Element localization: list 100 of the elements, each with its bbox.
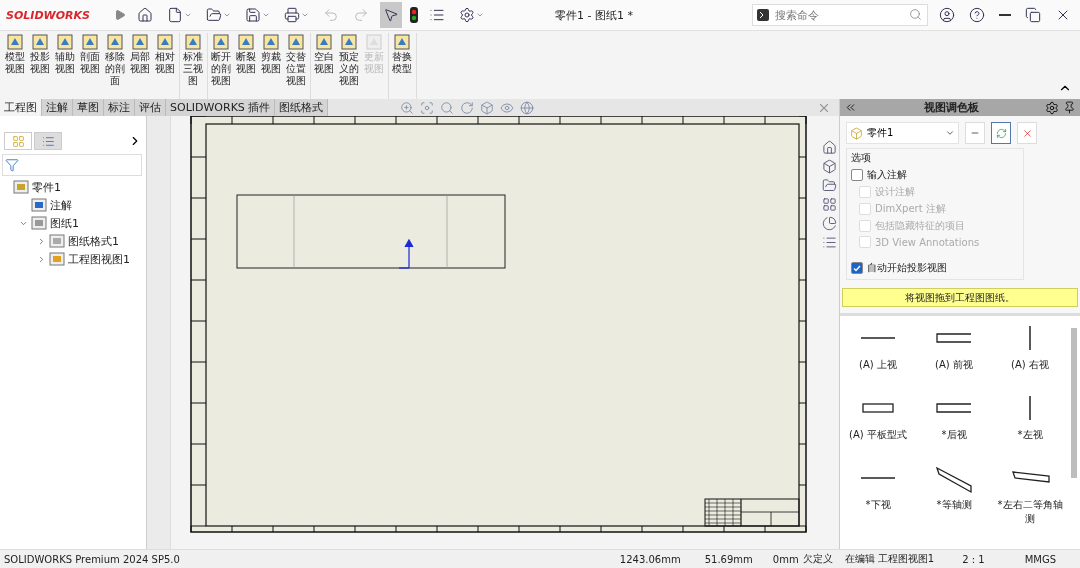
ribbon-tab[interactable]: SOLIDWORKS 插件	[166, 99, 276, 116]
save-icon	[245, 7, 261, 23]
view-icon	[49, 252, 65, 266]
ribbon-tab[interactable]: 工程图	[0, 99, 42, 116]
caret-icon	[476, 11, 484, 19]
view-label: *等轴测	[935, 498, 973, 512]
auto-project-checkbox[interactable]: 自动开始投影视图	[851, 261, 1019, 275]
ribbon-tab[interactable]: 标注	[104, 99, 135, 116]
ribbon-tab[interactable]: 图纸格式	[275, 99, 329, 116]
status-editing: 在编辑 工程图视图1	[844, 552, 935, 566]
view-icon	[183, 33, 202, 51]
select-button[interactable]	[380, 2, 402, 28]
part-dropdown[interactable]: 零件1	[846, 122, 959, 144]
home-icon	[821, 140, 837, 155]
view-icon	[211, 33, 230, 51]
terminal-icon	[757, 9, 769, 21]
printer-icon	[284, 7, 300, 23]
help-icon	[969, 7, 985, 23]
file-icon	[167, 7, 183, 23]
options-label: 选项	[851, 151, 872, 165]
caret-icon	[262, 11, 270, 19]
rotate-icon	[460, 100, 475, 115]
scrollbar-thumb[interactable]	[1071, 328, 1077, 478]
caret-icon	[223, 11, 231, 19]
status-product: SOLIDWORKS Premium 2024 SP5.0	[4, 553, 180, 565]
view-icon	[392, 33, 411, 51]
option-checkbox[interactable]: 输入注解	[851, 168, 1019, 182]
eye-icon	[500, 100, 515, 115]
pointer-icon	[383, 7, 399, 23]
view-icon	[155, 33, 174, 51]
expand-menu-icon[interactable]	[114, 9, 126, 21]
part-icon	[850, 126, 863, 140]
sheet-icon	[31, 216, 47, 230]
view-icon	[30, 33, 49, 51]
tree-item-label[interactable]: 注解	[50, 197, 72, 213]
ribbon-command[interactable]: 空白视图	[311, 33, 336, 99]
settings-icon	[459, 7, 475, 23]
ribbon-command[interactable]: 局部视图	[127, 33, 152, 99]
list-icon	[41, 134, 55, 148]
list-icon	[429, 7, 445, 23]
view-icon	[5, 33, 24, 51]
view-label: (A) 前视	[934, 358, 974, 372]
ribbon-command[interactable]: 预定义的视图	[336, 33, 361, 99]
collapse-icon	[844, 101, 857, 114]
ribbon-command[interactable]: 相对视图	[152, 33, 177, 99]
grid-icon	[11, 134, 25, 148]
ribbon-command[interactable]: 模型视图	[2, 33, 27, 99]
view-label: *后视	[940, 428, 968, 442]
user-icon	[939, 7, 955, 23]
ribbon-command[interactable]: 辅助视图	[52, 33, 77, 99]
status-units[interactable]: MMGS	[1024, 553, 1056, 565]
restore-icon	[1025, 7, 1041, 23]
filter-icon	[5, 158, 19, 172]
view-icon	[286, 33, 305, 51]
tree-item-label[interactable]: 图纸1	[50, 215, 79, 231]
ribbon-tab[interactable]: 评估	[135, 99, 166, 116]
app-logo: SOLIDWORKS	[6, 8, 91, 22]
ribbon-command[interactable]: 剖面视图	[77, 33, 102, 99]
search-icon	[440, 100, 455, 115]
pin-icon	[1063, 101, 1076, 114]
status-scale: 2 : 1	[962, 553, 985, 565]
filter-field[interactable]	[2, 154, 142, 176]
ribbon-command[interactable]: 替换模型	[389, 33, 414, 99]
refresh-icon	[995, 127, 1007, 139]
settings-icon	[1045, 100, 1059, 115]
ribbon-command[interactable]: 投影视图	[27, 33, 52, 99]
ribbon-tab[interactable]: 草图	[73, 99, 104, 116]
view-label: (A) 上视	[858, 358, 898, 372]
ribbon-command[interactable]: 断开的剖视图	[208, 33, 233, 99]
list-icon	[821, 235, 837, 250]
check-icon	[853, 264, 861, 272]
part-icon	[13, 180, 29, 194]
ribbon-command[interactable]: 交替位置视图	[283, 33, 308, 99]
traffic-light-icon[interactable]	[410, 7, 418, 23]
annotation-icon	[31, 198, 47, 212]
ribbon-command[interactable]: 断裂视图	[233, 33, 258, 99]
refresh-button[interactable]	[991, 122, 1011, 144]
zoom-icon	[400, 100, 415, 115]
view-icon	[339, 33, 358, 51]
view-label: *下视	[864, 498, 892, 512]
view-icon	[80, 33, 99, 51]
tree-item-label[interactable]: 图纸格式1	[68, 233, 119, 249]
ribbon-command[interactable]: 剪裁视图	[258, 33, 283, 99]
view-label: *左右二等角轴测	[996, 498, 1064, 526]
search-field[interactable]: 搜索命令	[752, 4, 928, 26]
ribbon-command[interactable]: 移除的剖面	[102, 33, 127, 99]
undo-icon	[323, 7, 339, 23]
ribbon-tab[interactable]: 注解	[42, 99, 73, 116]
cube-icon	[480, 100, 495, 115]
minimize-icon	[999, 14, 1011, 16]
tree-item-label[interactable]: 工程图视图1	[68, 251, 130, 267]
ribbon-command[interactable]: 标准三视图	[180, 33, 205, 99]
view-icon	[314, 33, 333, 51]
folder-icon	[821, 178, 837, 193]
window-title: 零件1 - 图纸1 *	[555, 7, 634, 23]
hint-banner: 将视图拖到工程图图纸。	[842, 288, 1078, 307]
search-icon	[909, 8, 922, 21]
tree-item-label[interactable]: 零件1	[32, 179, 61, 195]
format-icon	[49, 234, 65, 248]
view-icon	[105, 33, 124, 51]
